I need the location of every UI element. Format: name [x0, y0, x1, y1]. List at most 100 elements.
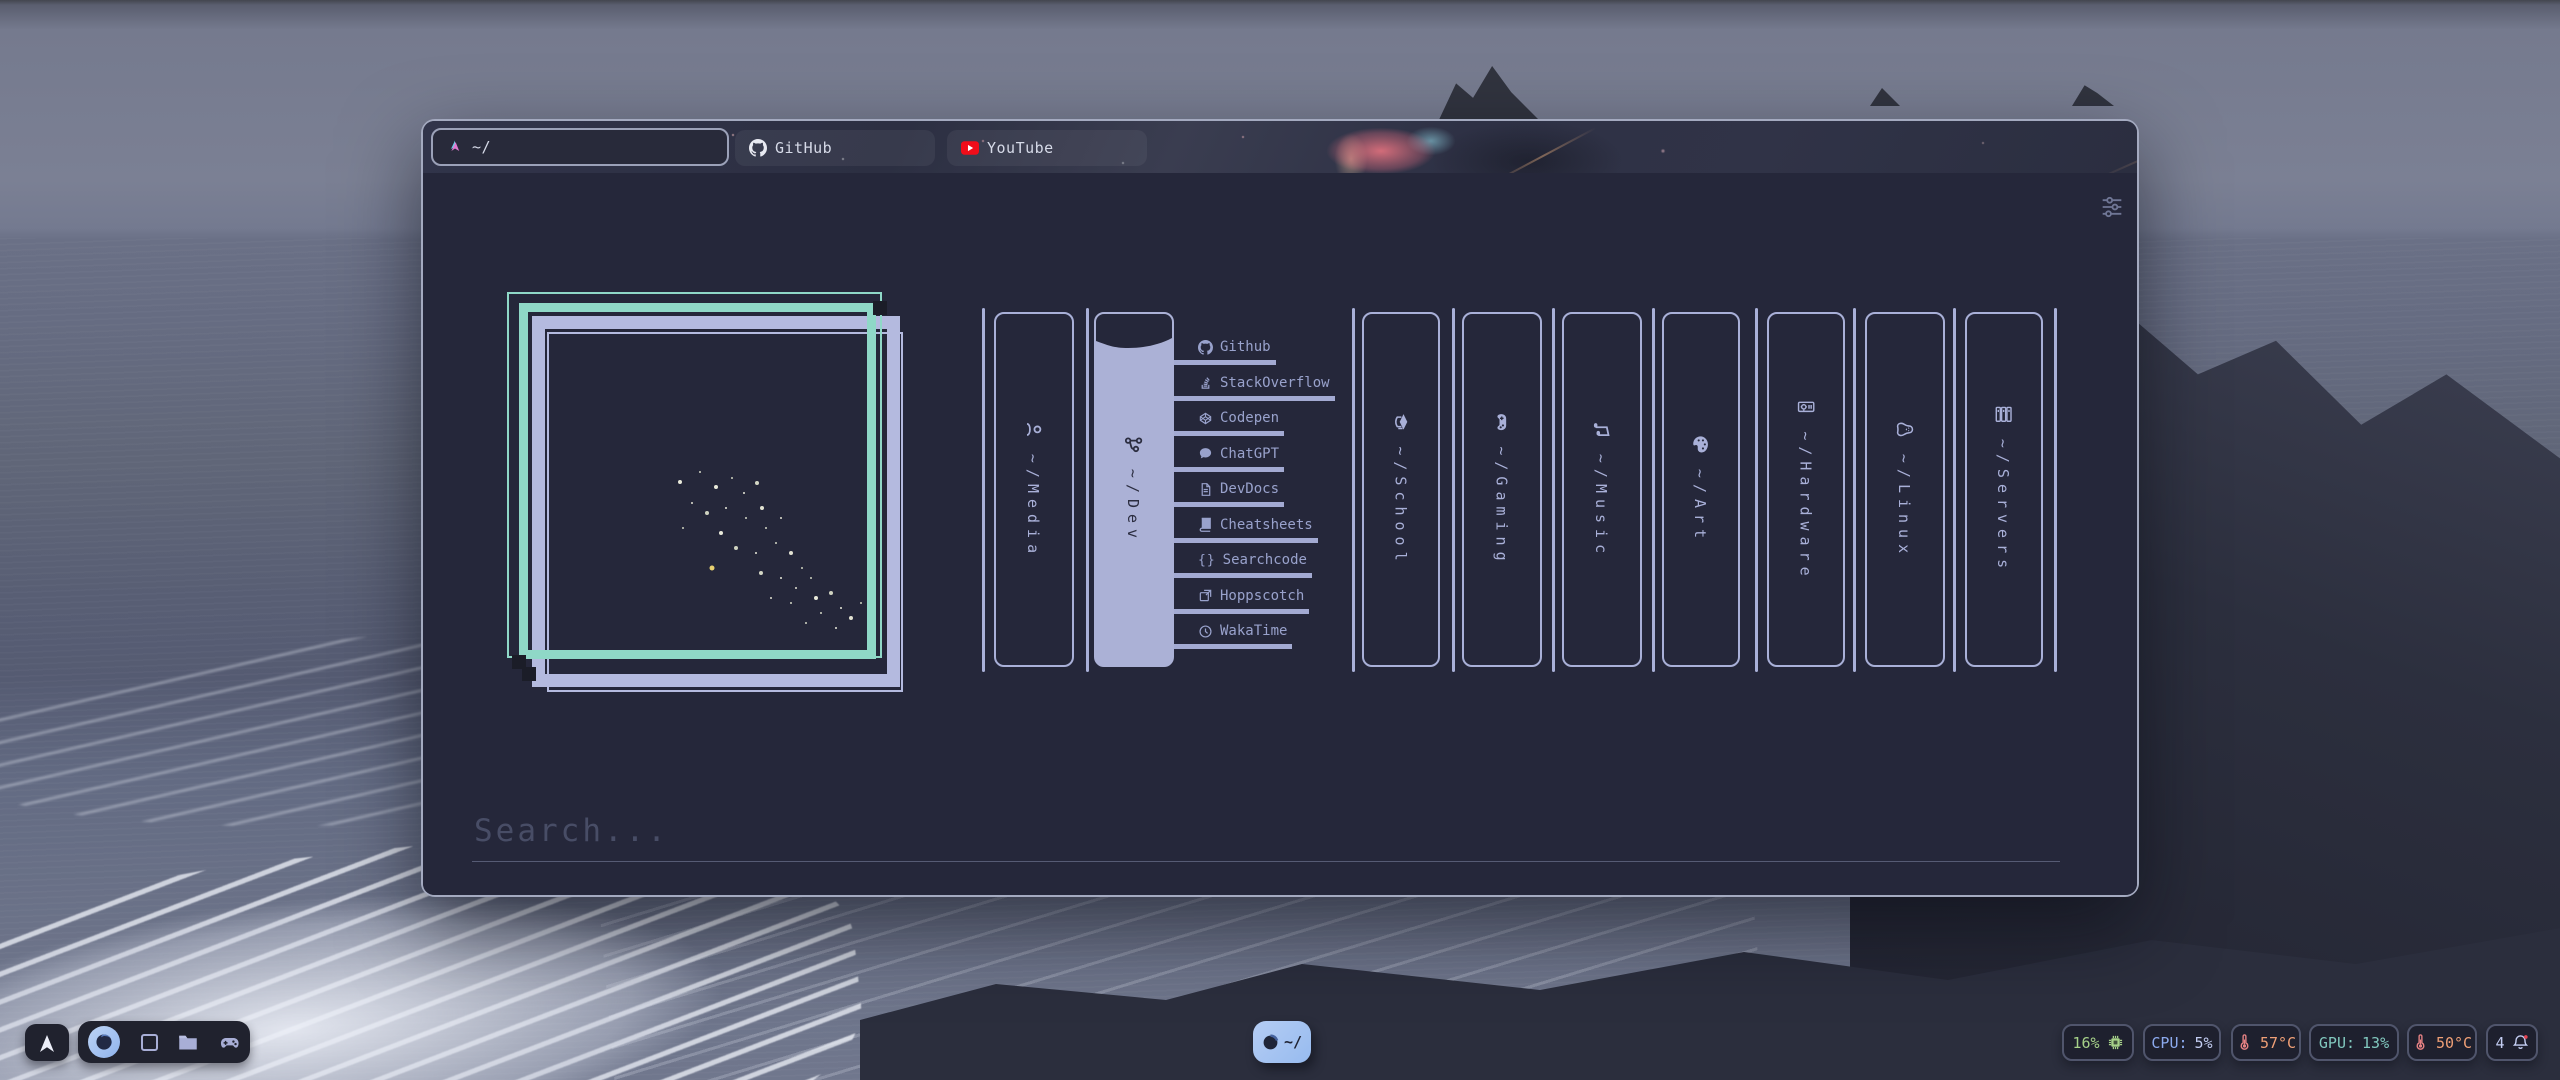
- sliders-icon[interactable]: [2098, 193, 2126, 221]
- tabbar-art-streak: [1490, 127, 1597, 173]
- notifications-widget[interactable]: 4: [2486, 1024, 2538, 1061]
- link-github[interactable]: Github: [1174, 339, 1276, 365]
- link-chatgpt[interactable]: ChatGPT: [1174, 446, 1284, 472]
- folder-icon: [178, 1033, 198, 1051]
- external-box-icon: [1198, 588, 1213, 603]
- shelf-divider: [1755, 308, 1758, 672]
- computer-icon: [1797, 397, 1816, 416]
- cpu-temp-value: 57°C: [2260, 1034, 2296, 1052]
- gpu-label: GPU:: [2319, 1034, 2355, 1052]
- document-icon: [1198, 482, 1213, 497]
- browser-window-icon: [1262, 1034, 1279, 1051]
- book-label: ~/Media: [1025, 454, 1043, 559]
- link-label: DevDocs: [1220, 481, 1279, 497]
- painting-stars: [529, 311, 531, 313]
- ram-chip-icon: [2107, 1034, 2124, 1051]
- git-branch-icon: [1125, 435, 1144, 454]
- link-devdocs[interactable]: DevDocs: [1174, 481, 1284, 507]
- gamepad-icon: [1493, 412, 1512, 431]
- shelf-divider: [1086, 308, 1089, 672]
- link-label: Cheatsheets: [1220, 517, 1313, 533]
- dock-item-games[interactable]: [219, 1032, 240, 1053]
- book-school[interactable]: ~/School: [1362, 312, 1440, 667]
- thermometer-icon: [2412, 1034, 2429, 1051]
- tab-github[interactable]: GitHub: [735, 130, 935, 166]
- dock-item-firefox[interactable]: [88, 1026, 120, 1058]
- search-input[interactable]: [472, 813, 2060, 862]
- book-label: ~/Music: [1593, 454, 1611, 559]
- book-label: ~/Linux: [1896, 454, 1914, 559]
- book-label: ~/School: [1392, 446, 1410, 566]
- tab-label: ~/: [472, 138, 491, 156]
- active-window-title: ~/: [1284, 1033, 1302, 1051]
- taskbar-active-window[interactable]: ~/: [1253, 1021, 1311, 1063]
- thermometer-icon: [2236, 1034, 2253, 1051]
- book-icon: [1198, 517, 1213, 532]
- book-media[interactable]: ~/Media: [994, 312, 1074, 667]
- bell-icon: [2512, 1034, 2529, 1051]
- gpu-value: 13%: [2362, 1034, 2389, 1052]
- link-codepen[interactable]: Codepen: [1174, 410, 1284, 436]
- server-rack-icon: [1995, 405, 2014, 424]
- book-label: ~/Dev: [1125, 469, 1143, 544]
- link-wakatime[interactable]: WakaTime: [1174, 623, 1292, 649]
- dock-item-terminal[interactable]: [141, 1034, 158, 1051]
- open-book-page-edge: [1096, 314, 1172, 354]
- ram-value: 16%: [2072, 1034, 2099, 1052]
- link-hoppscotch[interactable]: Hoppscotch: [1174, 588, 1309, 614]
- cpu-value: 5%: [2195, 1034, 2213, 1052]
- tab-label: GitHub: [775, 139, 832, 157]
- gpu-temp-widget: 50°C: [2407, 1024, 2477, 1061]
- shelf-divider: [1953, 308, 1956, 672]
- desktop: ~/ GitHub YouTube: [0, 0, 2560, 1080]
- book-gaming[interactable]: ~/Gaming: [1462, 312, 1542, 667]
- shelf-divider: [1652, 308, 1655, 672]
- gpu-widget: GPU: 13%: [2309, 1024, 2399, 1061]
- link-label: StackOverflow: [1220, 375, 1330, 391]
- link-cheatsheets[interactable]: Cheatsheets: [1174, 517, 1318, 543]
- ram-widget: 16%: [2062, 1024, 2134, 1061]
- shelf-divider: [2054, 308, 2057, 672]
- terminal-window-icon: [141, 1034, 158, 1051]
- clock-icon: [1198, 624, 1213, 639]
- tab-home[interactable]: ~/: [431, 128, 729, 166]
- dock-item-files[interactable]: [178, 1033, 198, 1051]
- app-launcher-button[interactable]: [25, 1024, 69, 1061]
- youtube-icon: [961, 141, 979, 155]
- link-label: WakaTime: [1220, 623, 1287, 639]
- link-label: Hoppscotch: [1220, 588, 1304, 604]
- book-servers[interactable]: ~/Servers: [1965, 312, 2043, 667]
- shelf-divider: [982, 308, 985, 672]
- shelf-divider: [1552, 308, 1555, 672]
- graduation-cap-icon: [1392, 412, 1411, 431]
- book-art[interactable]: ~/Art: [1662, 312, 1740, 667]
- book-linux[interactable]: ~/Linux: [1865, 312, 1945, 667]
- link-stackoverflow[interactable]: StackOverflow: [1174, 375, 1335, 401]
- cloud-painting-image: [529, 311, 883, 649]
- braces-icon: {}: [1198, 553, 1216, 568]
- shelf-divider: [1352, 308, 1355, 672]
- artwork-frame-group: [507, 292, 911, 696]
- book-label: ~/Gaming: [1493, 446, 1511, 566]
- tab-bar: ~/ GitHub YouTube: [423, 121, 2137, 173]
- frame-corner-handle: [522, 667, 536, 681]
- codepen-icon: [1198, 411, 1213, 426]
- book-hardware[interactable]: ~/Hardware: [1767, 312, 1845, 667]
- tab-label: YouTube: [987, 139, 1054, 157]
- stackoverflow-icon: [1198, 375, 1213, 390]
- music-note-icon: [1593, 420, 1612, 439]
- cpu-widget: CPU: 5%: [2143, 1024, 2221, 1061]
- tabbar-art-streak: [2089, 121, 2137, 173]
- book-music[interactable]: ~/Music: [1562, 312, 1642, 667]
- github-icon: [749, 139, 767, 157]
- gamepad-icon: [219, 1032, 240, 1053]
- link-searchcode[interactable]: {} Searchcode: [1174, 552, 1312, 578]
- palette-icon: [1692, 435, 1711, 454]
- shelf-divider: [1853, 308, 1856, 672]
- book-label: ~/Servers: [1995, 439, 2013, 574]
- cpu-label: CPU:: [2151, 1034, 2187, 1052]
- book-dev[interactable]: ~/Dev: [1094, 312, 1174, 667]
- tab-youtube[interactable]: YouTube: [947, 130, 1147, 166]
- firefox-icon: [88, 1026, 120, 1058]
- github-icon: [1198, 340, 1213, 355]
